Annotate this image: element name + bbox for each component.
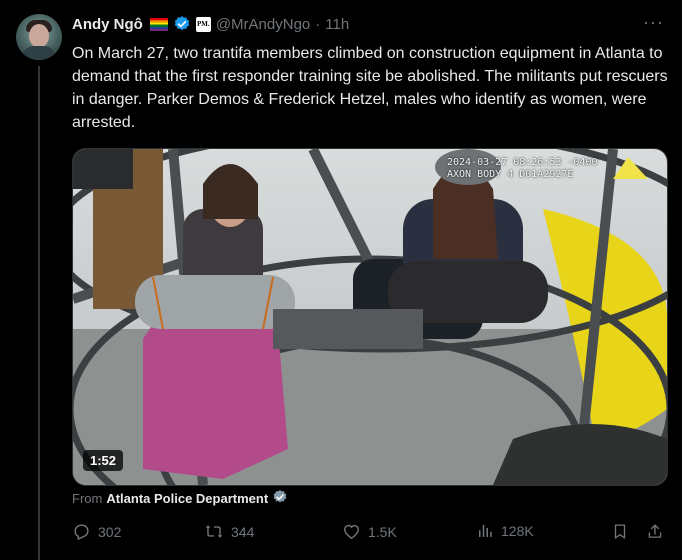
heart-icon	[344, 524, 359, 540]
share-icon	[648, 524, 662, 538]
rainbow-flag-icon	[149, 17, 168, 31]
tweet-header: Andy Ngô PM. @MrAndyNgo · 11h	[72, 14, 349, 34]
video-frame	[73, 149, 667, 485]
bodycam-timestamp: 2024-03-27 08:26:53 -0400	[447, 157, 598, 168]
verified-badge-icon[interactable]	[173, 15, 191, 33]
views-button[interactable]: 128K	[476, 522, 534, 540]
avatar[interactable]	[16, 14, 62, 60]
thread-line	[38, 66, 40, 560]
source-prefix: From	[72, 491, 103, 506]
video-player[interactable]: 2024-03-27 08:26:53 -0400 AXON BODY 4 D0…	[72, 148, 668, 486]
analytics-icon	[479, 525, 492, 537]
timestamp[interactable]: 11h	[325, 16, 349, 33]
bodycam-device-id: AXON BODY 4 D01A2927E	[447, 169, 574, 180]
pm-affiliation-badge[interactable]: PM.	[195, 16, 211, 32]
action-bar: 302 344 1.5K 128K	[72, 522, 668, 544]
reply-button[interactable]: 302	[72, 522, 121, 541]
repost-button[interactable]: 344	[204, 522, 254, 541]
view-count: 128K	[501, 523, 534, 539]
bookmark-button[interactable]	[611, 522, 629, 541]
media-source: From Atlanta Police Department	[72, 489, 288, 508]
like-button[interactable]: 1.5K	[342, 522, 397, 541]
tweet-text: On March 27, two trantifa members climbe…	[72, 45, 668, 131]
like-count: 1.5K	[368, 523, 397, 540]
share-button[interactable]	[646, 522, 664, 541]
reply-icon	[74, 524, 89, 541]
handle[interactable]: @MrAndyNgo	[216, 16, 310, 33]
bodycam-overlay: 2024-03-27 08:26:53 -0400 AXON BODY 4 D0…	[447, 157, 598, 181]
separator-dot: ·	[315, 15, 321, 33]
source-org-link[interactable]: Atlanta Police Department	[106, 491, 268, 506]
video-duration-badge: 1:52	[83, 450, 124, 471]
repost-count: 344	[231, 523, 255, 540]
bookmark-icon	[614, 524, 626, 539]
display-name[interactable]: Andy Ngô	[72, 16, 143, 33]
source-verified-icon	[272, 489, 288, 508]
repost-icon	[205, 525, 223, 538]
more-options-icon[interactable]: ···	[643, 12, 664, 33]
reply-count: 302	[98, 523, 122, 540]
